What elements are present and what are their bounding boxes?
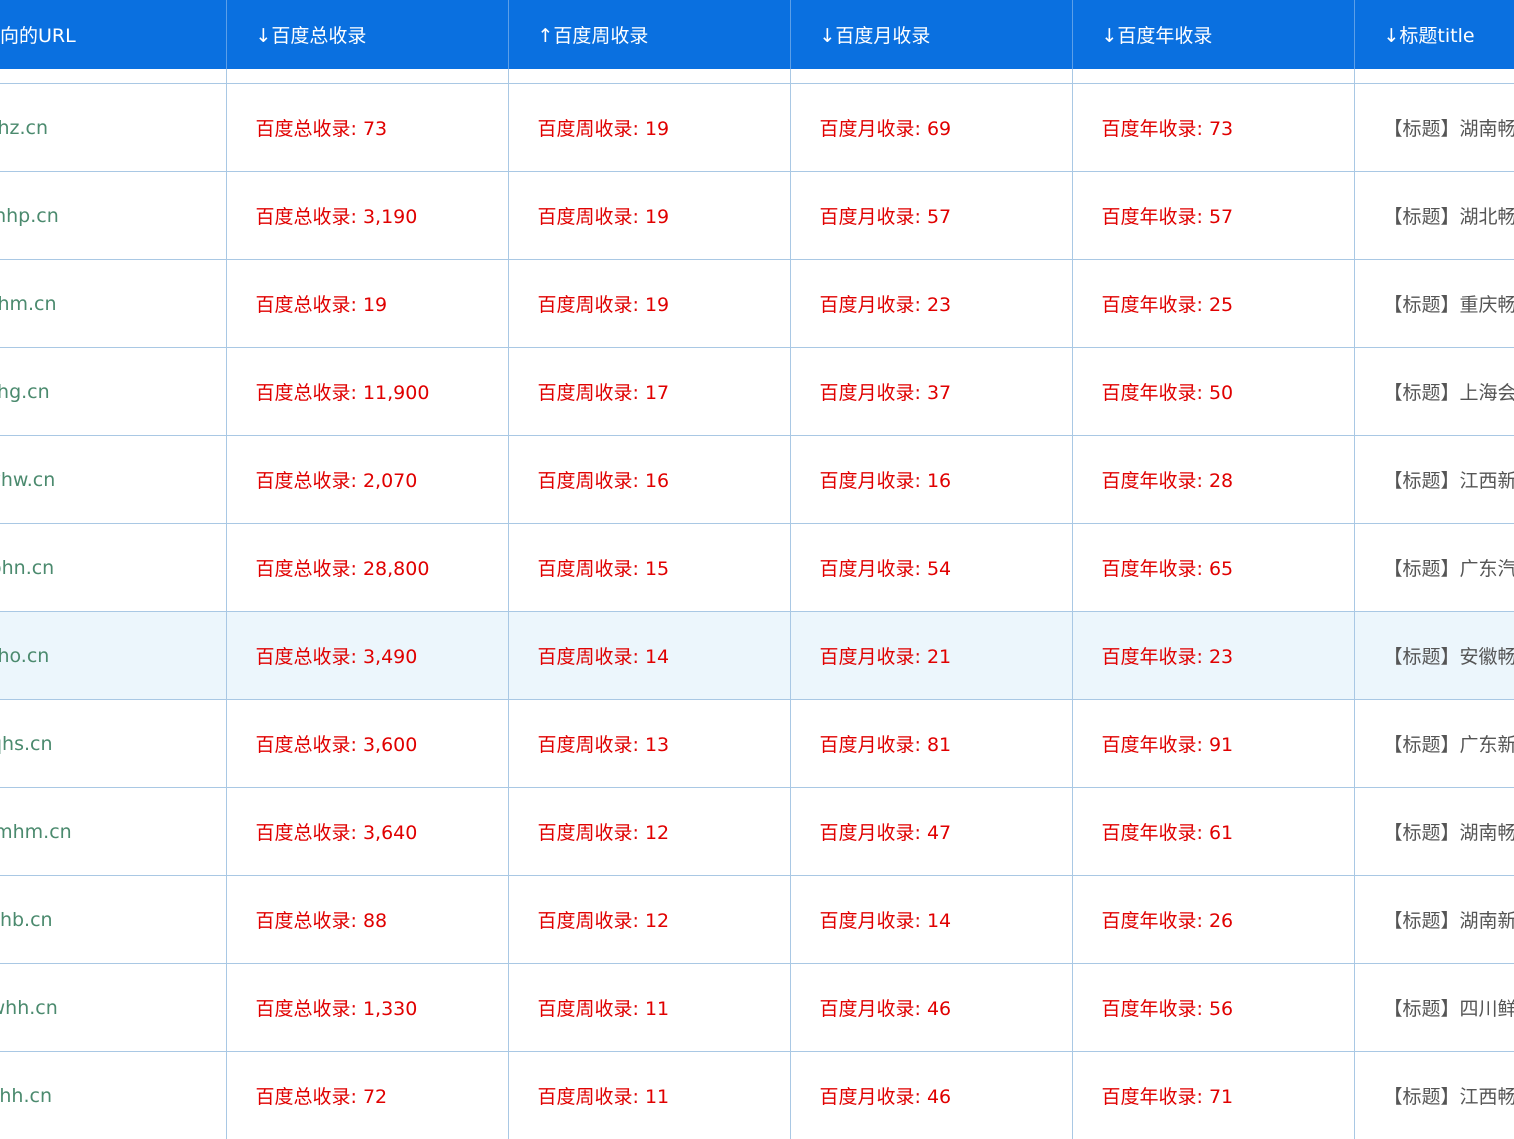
- year-cell: 百度年收录: 25: [1072, 259, 1355, 348]
- week-cell: 百度周收录: 11: [508, 963, 791, 1052]
- title-cell: 【标题】上海会: [1354, 347, 1514, 436]
- table-header: 向的URL ↓百度总收录 ↑百度周收录 ↓百度月收录 ↓百度年收录 ↓标题tit…: [0, 0, 1514, 69]
- year-cell: 百度年收录: 65: [1072, 523, 1355, 612]
- total-cell: 百度总收录: 28,800: [226, 523, 509, 612]
- month-cell: 百度月收录: 47: [790, 787, 1073, 876]
- table-row: w.kbcgfjhh.cn 百度总收录: 72 百度周收录: 11 百度月收录:…: [0, 1051, 1514, 1139]
- header-baidu-year[interactable]: ↓百度年收录: [1072, 0, 1355, 69]
- week-cell: 百度周收录: 12: [508, 787, 791, 876]
- week-cell: 百度周收录: 16: [508, 435, 791, 524]
- year-cell: 百度年收录: 57: [1072, 171, 1355, 260]
- week-cell: 百度周收录: 13: [508, 699, 791, 788]
- url-cell[interactable]: w.jbqgfyhw.cn: [0, 435, 227, 524]
- title-cell: 【标题】湖南畅: [1354, 787, 1514, 876]
- month-cell: 百度月收录: 16: [790, 435, 1073, 524]
- total-cell: 百度总收录: 1,330: [226, 963, 509, 1052]
- url-cell[interactable]: w.kbcgfhhp.cn: [0, 171, 227, 260]
- total-cell: 百度总收录: 72: [226, 1051, 509, 1139]
- title-cell: 【标题】广东新: [1354, 699, 1514, 788]
- year-cell: 百度年收录: 71: [1072, 1051, 1355, 1139]
- week-cell: 百度周收录: 19: [508, 83, 791, 172]
- year-cell: 百度年收录: 26: [1072, 875, 1355, 964]
- total-cell: 百度总收录: 3,190: [226, 171, 509, 260]
- total-cell: 百度总收录: 2,070: [226, 435, 509, 524]
- url-cell[interactable]: w.jbrgfnho.cn: [0, 611, 227, 700]
- table-row-hovered: w.jbrgfnho.cn 百度总收录: 3,490 百度周收录: 14 百度月…: [0, 611, 1514, 700]
- header-baidu-week[interactable]: ↑百度周收录: [508, 0, 791, 69]
- url-cell[interactable]: w.kbcgfmhm.cn: [0, 787, 227, 876]
- table-row: w.jbqgfqhs.cn 百度总收录: 3,600 百度周收录: 13 百度月…: [0, 699, 1514, 788]
- month-cell: 百度月收录: 54: [790, 523, 1073, 612]
- year-cell: 百度年收录: 28: [1072, 435, 1355, 524]
- month-cell: 百度月收录: 37: [790, 347, 1073, 436]
- table-row: w.jbugfwhh.cn 百度总收录: 1,330 百度周收录: 11 百度月…: [0, 963, 1514, 1052]
- table-row: w.jbrgfnhz.cn 百度总收录: 73 百度周收录: 19 百度月收录:…: [0, 83, 1514, 172]
- header-baidu-total[interactable]: ↓百度总收录: [226, 0, 509, 69]
- week-cell: 百度周收录: 19: [508, 259, 791, 348]
- month-cell: 百度月收录: 23: [790, 259, 1073, 348]
- table-row: w.jbqgfyhw.cn 百度总收录: 2,070 百度周收录: 16 百度月…: [0, 435, 1514, 524]
- year-cell: 百度年收录: 91: [1072, 699, 1355, 788]
- results-table: 向的URL ↓百度总收录 ↑百度周收录 ↓百度月收录 ↓百度年收录 ↓标题tit…: [0, 0, 1514, 1139]
- total-cell: 百度总收录: 3,600: [226, 699, 509, 788]
- week-cell: 百度周收录: 12: [508, 875, 791, 964]
- url-cell[interactable]: w.jbugfwhh.cn: [0, 963, 227, 1052]
- table-row: w.jbrgfnhm.cn 百度总收录: 19 百度周收录: 19 百度月收录:…: [0, 259, 1514, 348]
- week-cell: 百度周收录: 19: [508, 171, 791, 260]
- header-url[interactable]: 向的URL: [0, 0, 227, 69]
- header-url-label: 向的URL: [0, 25, 76, 47]
- month-cell: 百度月收录: 21: [790, 611, 1073, 700]
- url-cell[interactable]: w.jbrgfnhm.cn: [0, 259, 227, 348]
- total-cell: 百度总收录: 88: [226, 875, 509, 964]
- table-body: w.jbrgfnhz.cn 百度总收录: 73 百度周收录: 19 百度月收录:…: [0, 83, 1514, 1139]
- url-cell[interactable]: w.kbcgfjhh.cn: [0, 1051, 227, 1139]
- url-cell[interactable]: w.jbrgfohg.cn: [0, 347, 227, 436]
- url-cell[interactable]: w.jbqgfqhs.cn: [0, 699, 227, 788]
- month-cell: 百度月收录: 46: [790, 1051, 1073, 1139]
- year-cell: 百度年收录: 23: [1072, 611, 1355, 700]
- title-cell: 【标题】江西畅: [1354, 1051, 1514, 1139]
- title-cell: 【标题】广东汽: [1354, 523, 1514, 612]
- table-row: w.jbqgfzhb.cn 百度总收录: 88 百度周收录: 12 百度月收录:…: [0, 875, 1514, 964]
- month-cell: 百度月收录: 69: [790, 83, 1073, 172]
- title-cell: 【标题】湖南畅: [1354, 83, 1514, 172]
- total-cell: 百度总收录: 11,900: [226, 347, 509, 436]
- total-cell: 百度总收录: 73: [226, 83, 509, 172]
- url-cell[interactable]: w.jbqgfzhb.cn: [0, 875, 227, 964]
- title-cell: 【标题】重庆畅: [1354, 259, 1514, 348]
- year-cell: 百度年收录: 56: [1072, 963, 1355, 1052]
- year-cell: 百度年收录: 73: [1072, 83, 1355, 172]
- table-row: w.kbcgfmhm.cn 百度总收录: 3,640 百度周收录: 12 百度月…: [0, 787, 1514, 876]
- table-viewport: 向的URL ↓百度总收录 ↑百度周收录 ↓百度月收录 ↓百度年收录 ↓标题tit…: [0, 0, 1514, 1139]
- table-row: w.jbrgfohg.cn 百度总收录: 11,900 百度周收录: 17 百度…: [0, 347, 1514, 436]
- url-cell[interactable]: w.jbqgfohn.cn: [0, 523, 227, 612]
- week-cell: 百度周收录: 15: [508, 523, 791, 612]
- title-cell: 【标题】四川鲜: [1354, 963, 1514, 1052]
- month-cell: 百度月收录: 46: [790, 963, 1073, 1052]
- header-title[interactable]: ↓标题title: [1354, 0, 1514, 69]
- title-cell: 【标题】湖北畅: [1354, 171, 1514, 260]
- week-cell: 百度周收录: 17: [508, 347, 791, 436]
- week-cell: 百度周收录: 11: [508, 1051, 791, 1139]
- table-row: w.kbcgfhhp.cn 百度总收录: 3,190 百度周收录: 19 百度月…: [0, 171, 1514, 260]
- month-cell: 百度月收录: 81: [790, 699, 1073, 788]
- year-cell: 百度年收录: 61: [1072, 787, 1355, 876]
- month-cell: 百度月收录: 14: [790, 875, 1073, 964]
- year-cell: 百度年收录: 50: [1072, 347, 1355, 436]
- total-cell: 百度总收录: 19: [226, 259, 509, 348]
- header-spacer: [0, 69, 1514, 84]
- total-cell: 百度总收录: 3,490: [226, 611, 509, 700]
- url-cell[interactable]: w.jbrgfnhz.cn: [0, 83, 227, 172]
- total-cell: 百度总收录: 3,640: [226, 787, 509, 876]
- week-cell: 百度周收录: 14: [508, 611, 791, 700]
- header-baidu-month[interactable]: ↓百度月收录: [790, 0, 1073, 69]
- title-cell: 【标题】湖南新: [1354, 875, 1514, 964]
- title-cell: 【标题】安徽畅: [1354, 611, 1514, 700]
- month-cell: 百度月收录: 57: [790, 171, 1073, 260]
- table-row: w.jbqgfohn.cn 百度总收录: 28,800 百度周收录: 15 百度…: [0, 523, 1514, 612]
- title-cell: 【标题】江西新: [1354, 435, 1514, 524]
